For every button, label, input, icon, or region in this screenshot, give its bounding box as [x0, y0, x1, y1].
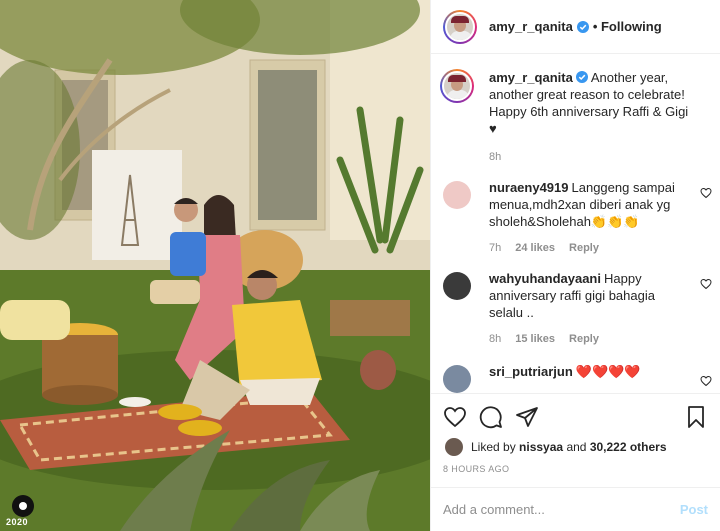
- comment-likes[interactable]: 24 likes: [515, 242, 555, 254]
- comment-heart-icon[interactable]: [700, 187, 712, 199]
- following-button[interactable]: • Following: [593, 19, 662, 34]
- comment-text-block: wahyuhandayaani Happy anniversary raffi g…: [489, 270, 690, 321]
- author-username[interactable]: amy_r_qanita: [489, 19, 573, 34]
- caption-author-avatar[interactable]: [440, 69, 474, 103]
- post-header: amy_r_qanita • Following: [431, 0, 720, 54]
- caption: amy_r_qanita Another year, another great …: [440, 55, 708, 163]
- comment-heart-icon[interactable]: [700, 278, 712, 290]
- likes-prefix: Liked by: [471, 440, 516, 454]
- author-avatar[interactable]: [443, 9, 477, 44]
- comment-time[interactable]: 7h: [489, 242, 501, 254]
- comment-text: ❤️❤️❤️❤️: [575, 364, 641, 379]
- liker-username[interactable]: nissyaa: [519, 440, 563, 454]
- add-comment-bar: Post: [431, 487, 720, 531]
- post-photo[interactable]: 2020: [0, 0, 430, 531]
- commenter-avatar[interactable]: [443, 272, 471, 300]
- liker-avatar[interactable]: [445, 438, 463, 456]
- comment-text-block: nuraeny4919 Langgeng sampai menua,mdh2xan…: [489, 179, 690, 230]
- comment-item: sri_putriarjun ❤️❤️❤️❤️: [443, 345, 712, 393]
- post-timestamp[interactable]: 8 HOURS AGO: [443, 464, 708, 474]
- comment-item: nuraeny4919 Langgeng sampai menua,mdh2xan…: [443, 163, 712, 254]
- post-side-panel: amy_r_qanita • Following amy_r_qanita Ano…: [430, 0, 720, 531]
- comment-username[interactable]: sri_putriarjun: [489, 364, 573, 379]
- watermark-logo-icon: [12, 495, 34, 517]
- caption-time[interactable]: 8h: [489, 151, 501, 163]
- post-actions: Liked by nissyaa and 30,222 others 8 HOU…: [431, 393, 720, 474]
- likes-summary[interactable]: Liked by nissyaa and 30,222 others: [443, 438, 708, 456]
- verified-badge-icon: [575, 71, 588, 83]
- likes-count[interactable]: 30,222 others: [590, 440, 667, 454]
- comment-heart-icon[interactable]: [700, 375, 712, 387]
- likes-middle: and: [566, 440, 587, 454]
- comment-username[interactable]: wahyuhandayaani: [489, 271, 601, 286]
- caption-username[interactable]: amy_r_qanita: [489, 70, 573, 85]
- post-photo-illustration: [0, 0, 430, 531]
- comment-likes[interactable]: 15 likes: [515, 333, 555, 345]
- commenter-avatar[interactable]: [443, 365, 471, 393]
- heart-icon[interactable]: [443, 405, 467, 429]
- comment-input[interactable]: [443, 502, 672, 517]
- reply-button[interactable]: Reply: [569, 333, 599, 345]
- post-comment-button[interactable]: Post: [680, 502, 708, 517]
- reply-button[interactable]: Reply: [569, 242, 599, 254]
- commenter-avatar[interactable]: [443, 181, 471, 209]
- verified-badge-icon: [576, 20, 589, 33]
- bookmark-icon[interactable]: [684, 405, 708, 429]
- photo-watermark: 2020: [6, 495, 34, 527]
- comment-username[interactable]: nuraeny4919: [489, 180, 569, 195]
- comment-time[interactable]: 8h: [489, 333, 501, 345]
- paper-plane-icon[interactable]: [515, 405, 539, 429]
- comment-text-block: sri_putriarjun ❤️❤️❤️❤️: [489, 363, 690, 380]
- comments-list[interactable]: amy_r_qanita Another year, another great …: [431, 55, 720, 393]
- comment-item: wahyuhandayaani Happy anniversary raffi g…: [443, 254, 712, 345]
- watermark-text: 2020: [6, 517, 29, 527]
- comment-bubble-icon[interactable]: [479, 405, 503, 429]
- caption-text-block: amy_r_qanita Another year, another great …: [489, 69, 690, 137]
